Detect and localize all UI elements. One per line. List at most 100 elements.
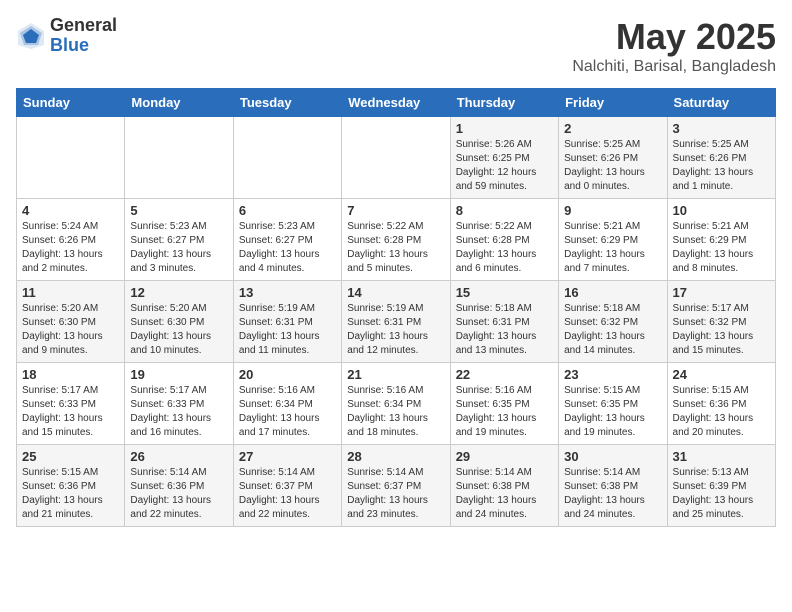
day-number: 9: [564, 203, 661, 218]
day-number: 3: [673, 121, 770, 136]
day-number: 4: [22, 203, 119, 218]
day-info: Sunrise: 5:21 AM Sunset: 6:29 PM Dayligh…: [564, 220, 661, 276]
day-info: Sunrise: 5:16 AM Sunset: 6:35 PM Dayligh…: [456, 384, 553, 440]
day-info: Sunrise: 5:18 AM Sunset: 6:32 PM Dayligh…: [564, 302, 661, 358]
day-info: Sunrise: 5:22 AM Sunset: 6:28 PM Dayligh…: [456, 220, 553, 276]
day-info: Sunrise: 5:25 AM Sunset: 6:26 PM Dayligh…: [564, 138, 661, 194]
header-tuesday: Tuesday: [233, 89, 341, 117]
header-monday: Monday: [125, 89, 233, 117]
logo-text: General Blue: [50, 16, 117, 56]
calendar-cell: 26 Sunrise: 5:14 AM Sunset: 6:36 PM Dayli…: [125, 445, 233, 527]
day-info: Sunrise: 5:15 AM Sunset: 6:35 PM Dayligh…: [564, 384, 661, 440]
calendar-week-4: 18Sunrise: 5:17 AM Sunset: 6:33 PM Dayli…: [17, 363, 776, 445]
calendar-cell: 25 Sunrise: 5:15 AM Sunset: 6:36 PM Dayli…: [17, 445, 125, 527]
day-number: 25: [22, 449, 119, 464]
day-info: Sunrise: 5:15 AM Sunset: 6:36 PM Dayligh…: [673, 384, 770, 440]
header-friday: Friday: [559, 89, 667, 117]
day-number: 7: [347, 203, 444, 218]
calendar-cell: 8Sunrise: 5:22 AM Sunset: 6:28 PM Daylig…: [450, 199, 558, 281]
calendar-table: Sunday Monday Tuesday Wednesday Thursday…: [16, 88, 776, 527]
calendar-week-1: 1Sunrise: 5:26 AM Sunset: 6:25 PM Daylig…: [17, 117, 776, 199]
calendar-cell: 19Sunrise: 5:17 AM Sunset: 6:33 PM Dayli…: [125, 363, 233, 445]
header-sunday: Sunday: [17, 89, 125, 117]
day-info: Sunrise: 5:14 AM Sunset: 6:37 PM Dayligh…: [239, 466, 336, 522]
day-info: Sunrise: 5:23 AM Sunset: 6:27 PM Dayligh…: [239, 220, 336, 276]
day-number: 21: [347, 367, 444, 382]
day-info: Sunrise: 5:24 AM Sunset: 6:26 PM Dayligh…: [22, 220, 119, 276]
day-info: Sunrise: 5:16 AM Sunset: 6:34 PM Dayligh…: [347, 384, 444, 440]
day-info: Sunrise: 5:14 AM Sunset: 6:38 PM Dayligh…: [456, 466, 553, 522]
day-number: 26: [130, 449, 227, 464]
day-info: Sunrise: 5:17 AM Sunset: 6:33 PM Dayligh…: [22, 384, 119, 440]
logo: General Blue: [16, 16, 117, 56]
day-info: Sunrise: 5:14 AM Sunset: 6:36 PM Dayligh…: [130, 466, 227, 522]
day-number: 11: [22, 285, 119, 300]
header-wednesday: Wednesday: [342, 89, 450, 117]
day-info: Sunrise: 5:15 AM Sunset: 6:36 PM Dayligh…: [22, 466, 119, 522]
day-number: 28: [347, 449, 444, 464]
calendar-cell: 18Sunrise: 5:17 AM Sunset: 6:33 PM Dayli…: [17, 363, 125, 445]
calendar-cell: 3 Sunrise: 5:25 AM Sunset: 6:26 PM Daylig…: [667, 117, 775, 199]
day-number: 13: [239, 285, 336, 300]
calendar-cell: 14 Sunrise: 5:19 AM Sunset: 6:31 PM Dayli…: [342, 281, 450, 363]
day-info: Sunrise: 5:18 AM Sunset: 6:31 PM Dayligh…: [456, 302, 553, 358]
calendar-cell: 9 Sunrise: 5:21 AM Sunset: 6:29 PM Daylig…: [559, 199, 667, 281]
calendar-cell: 15 Sunrise: 5:18 AM Sunset: 6:31 PM Dayli…: [450, 281, 558, 363]
calendar-week-2: 4 Sunrise: 5:24 AM Sunset: 6:26 PM Daylig…: [17, 199, 776, 281]
day-info: Sunrise: 5:14 AM Sunset: 6:37 PM Dayligh…: [347, 466, 444, 522]
day-info: Sunrise: 5:19 AM Sunset: 6:31 PM Dayligh…: [347, 302, 444, 358]
calendar-cell: 10Sunrise: 5:21 AM Sunset: 6:29 PM Dayli…: [667, 199, 775, 281]
day-info: Sunrise: 5:21 AM Sunset: 6:29 PM Dayligh…: [673, 220, 770, 276]
calendar-cell: [17, 117, 125, 199]
calendar-cell: 29 Sunrise: 5:14 AM Sunset: 6:38 PM Dayli…: [450, 445, 558, 527]
calendar-cell: 21 Sunrise: 5:16 AM Sunset: 6:34 PM Dayli…: [342, 363, 450, 445]
day-number: 6: [239, 203, 336, 218]
day-info: Sunrise: 5:26 AM Sunset: 6:25 PM Dayligh…: [456, 138, 553, 194]
day-number: 2: [564, 121, 661, 136]
calendar-cell: [125, 117, 233, 199]
day-info: Sunrise: 5:16 AM Sunset: 6:34 PM Dayligh…: [239, 384, 336, 440]
calendar-cell: 12 Sunrise: 5:20 AM Sunset: 6:30 PM Dayli…: [125, 281, 233, 363]
day-info: Sunrise: 5:22 AM Sunset: 6:28 PM Dayligh…: [347, 220, 444, 276]
day-info: Sunrise: 5:20 AM Sunset: 6:30 PM Dayligh…: [130, 302, 227, 358]
day-number: 29: [456, 449, 553, 464]
calendar-cell: 24 Sunrise: 5:15 AM Sunset: 6:36 PM Dayli…: [667, 363, 775, 445]
calendar-cell: 20 Sunrise: 5:16 AM Sunset: 6:34 PM Dayli…: [233, 363, 341, 445]
calendar-cell: 11 Sunrise: 5:20 AM Sunset: 6:30 PM Dayli…: [17, 281, 125, 363]
calendar-cell: 17Sunrise: 5:17 AM Sunset: 6:32 PM Dayli…: [667, 281, 775, 363]
day-number: 27: [239, 449, 336, 464]
day-number: 20: [239, 367, 336, 382]
logo-general: General: [50, 16, 117, 36]
day-number: 30: [564, 449, 661, 464]
day-number: 12: [130, 285, 227, 300]
calendar-week-3: 11 Sunrise: 5:20 AM Sunset: 6:30 PM Dayli…: [17, 281, 776, 363]
calendar-cell: 2 Sunrise: 5:25 AM Sunset: 6:26 PM Daylig…: [559, 117, 667, 199]
calendar-week-5: 25 Sunrise: 5:15 AM Sunset: 6:36 PM Dayli…: [17, 445, 776, 527]
calendar-cell: [233, 117, 341, 199]
calendar-cell: 31 Sunrise: 5:13 AM Sunset: 6:39 PM Dayli…: [667, 445, 775, 527]
calendar-cell: 5 Sunrise: 5:23 AM Sunset: 6:27 PM Daylig…: [125, 199, 233, 281]
calendar-cell: 4 Sunrise: 5:24 AM Sunset: 6:26 PM Daylig…: [17, 199, 125, 281]
day-info: Sunrise: 5:19 AM Sunset: 6:31 PM Dayligh…: [239, 302, 336, 358]
day-info: Sunrise: 5:20 AM Sunset: 6:30 PM Dayligh…: [22, 302, 119, 358]
day-number: 22: [456, 367, 553, 382]
calendar-header-row: Sunday Monday Tuesday Wednesday Thursday…: [17, 89, 776, 117]
day-info: Sunrise: 5:14 AM Sunset: 6:38 PM Dayligh…: [564, 466, 661, 522]
calendar-cell: 28 Sunrise: 5:14 AM Sunset: 6:37 PM Dayli…: [342, 445, 450, 527]
day-number: 24: [673, 367, 770, 382]
day-number: 5: [130, 203, 227, 218]
day-info: Sunrise: 5:17 AM Sunset: 6:32 PM Dayligh…: [673, 302, 770, 358]
header-thursday: Thursday: [450, 89, 558, 117]
day-info: Sunrise: 5:25 AM Sunset: 6:26 PM Dayligh…: [673, 138, 770, 194]
calendar-cell: 30 Sunrise: 5:14 AM Sunset: 6:38 PM Dayli…: [559, 445, 667, 527]
day-info: Sunrise: 5:23 AM Sunset: 6:27 PM Dayligh…: [130, 220, 227, 276]
calendar-cell: 6 Sunrise: 5:23 AM Sunset: 6:27 PM Daylig…: [233, 199, 341, 281]
day-info: Sunrise: 5:13 AM Sunset: 6:39 PM Dayligh…: [673, 466, 770, 522]
day-info: Sunrise: 5:17 AM Sunset: 6:33 PM Dayligh…: [130, 384, 227, 440]
day-number: 15: [456, 285, 553, 300]
location: Nalchiti, Barisal, Bangladesh: [572, 58, 776, 76]
calendar-cell: 27 Sunrise: 5:14 AM Sunset: 6:37 PM Dayli…: [233, 445, 341, 527]
day-number: 14: [347, 285, 444, 300]
header-saturday: Saturday: [667, 89, 775, 117]
day-number: 31: [673, 449, 770, 464]
